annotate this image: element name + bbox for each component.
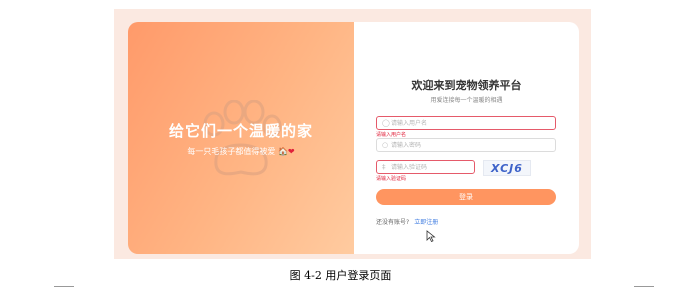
- password-input[interactable]: [391, 140, 534, 150]
- password-field[interactable]: ○: [376, 138, 556, 152]
- mouse-cursor-icon: [426, 230, 436, 242]
- page-corner-mark-right: [634, 286, 654, 287]
- register-link[interactable]: 立即注册: [414, 219, 438, 226]
- username-error: 请输入用户名: [376, 132, 407, 138]
- welcome-headline: 给它们一个温暖的家: [168, 122, 313, 140]
- tagline-text: 每一只毛孩子都值得被爱: [187, 147, 276, 156]
- figure-caption: 图 4-2 用户登录页面: [289, 269, 392, 282]
- login-panel: 欢迎来到宠物领养平台 用爱连接每一个温暖的相遇 ◯ 请输入用户名 ○ ‡ 请输入…: [354, 22, 579, 254]
- captcha-field[interactable]: ‡: [376, 160, 475, 174]
- captcha-image[interactable]: XCJ6: [483, 160, 531, 176]
- welcome-tagline: 每一只毛孩子都值得被爱 🏠❤: [128, 146, 354, 157]
- register-prompt: 还没有账号? 立即注册: [376, 217, 438, 226]
- captcha-code: XCJ6: [491, 162, 523, 175]
- username-input[interactable]: [391, 118, 534, 128]
- user-icon: ◯: [382, 119, 390, 127]
- login-title: 欢迎来到宠物领养平台: [411, 79, 522, 92]
- captcha-input[interactable]: [391, 162, 469, 172]
- no-account-text: 还没有账号?: [376, 219, 410, 226]
- captcha-error: 请输入验证码: [376, 176, 407, 182]
- lock-icon: ○: [382, 141, 389, 149]
- login-button[interactable]: 登录: [376, 189, 556, 205]
- heart-icon: ❤: [287, 147, 295, 156]
- login-subtitle: 用爱连接每一个温暖的相遇: [430, 97, 503, 104]
- house-icon: 🏠: [277, 147, 288, 156]
- paw-print-icon: [203, 100, 282, 176]
- key-icon: ‡: [382, 163, 386, 171]
- welcome-panel: 给它们一个温暖的家 每一只毛孩子都值得被爱 🏠❤: [128, 22, 354, 254]
- page-corner-mark-left: [54, 286, 74, 287]
- username-field[interactable]: ◯: [376, 116, 556, 130]
